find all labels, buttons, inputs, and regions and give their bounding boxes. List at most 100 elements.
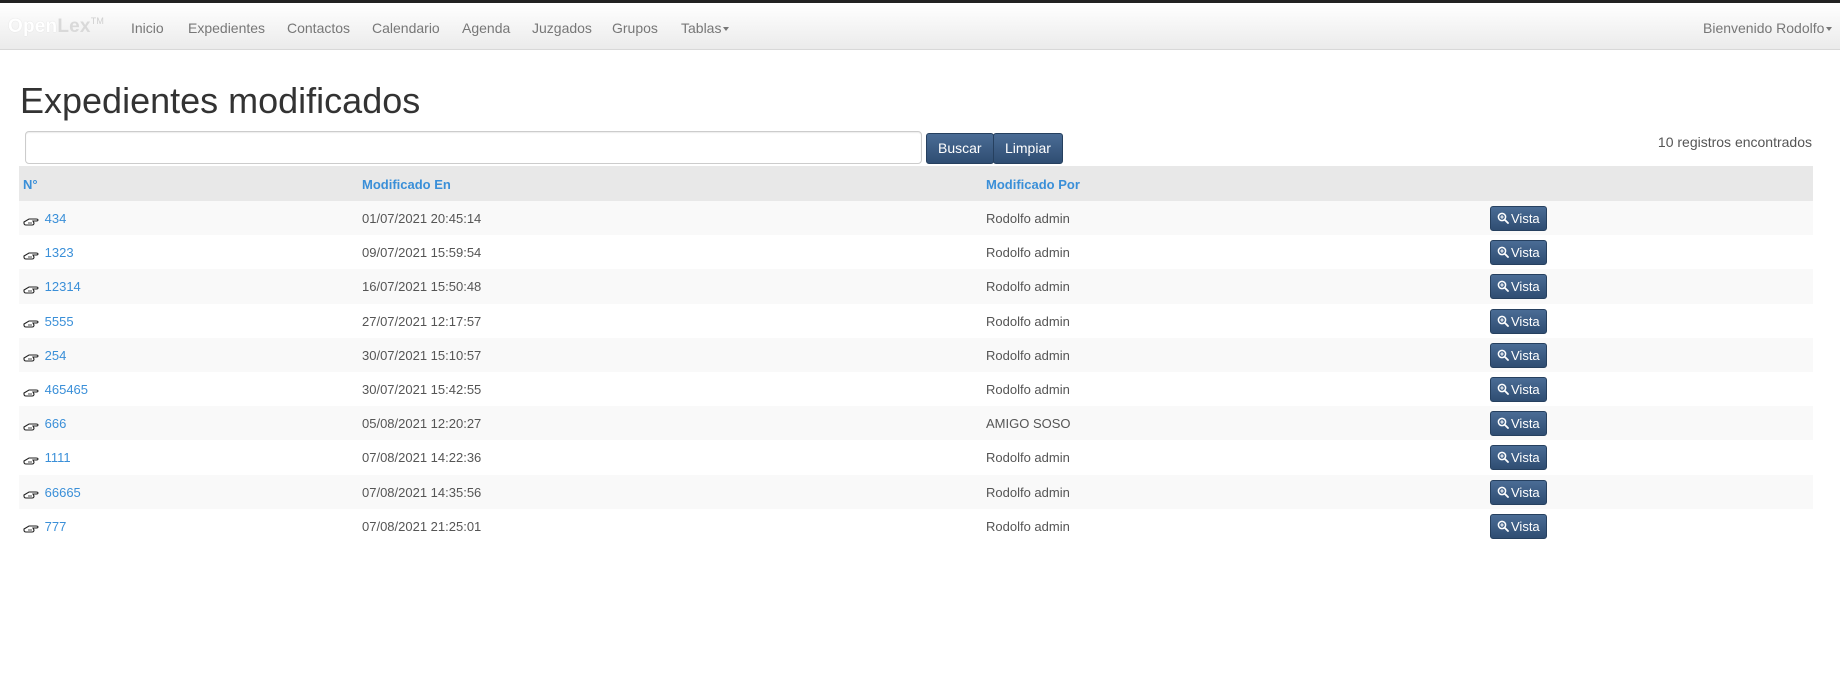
expediente-number: 465465 (44, 381, 89, 397)
pointing-hand-icon (23, 252, 39, 260)
expediente-number: 777 (44, 518, 67, 534)
expediente-link[interactable]: 66665 (23, 485, 81, 500)
pointing-hand-icon (23, 491, 39, 499)
modificado-en: 30/07/2021 15:10:57 (362, 347, 482, 363)
zoom-in-icon (1497, 246, 1509, 259)
modificado-por: Rodolfo admin (986, 347, 1070, 363)
expediente-number: 1111 (44, 450, 71, 466)
pointing-hand-icon (23, 354, 39, 362)
vista-button[interactable]: Vista (1490, 308, 1547, 334)
modificado-en: 07/08/2021 14:35:56 (362, 484, 482, 500)
modificado-por: AMIGO SOSO (986, 416, 1071, 432)
nav-item-tablas-label: Tablas (681, 20, 722, 36)
vista-label: Vista (1511, 347, 1540, 363)
modificado-en: 01/07/2021 20:45:14 (362, 211, 482, 226)
vista-label: Vista (1511, 279, 1540, 295)
caret-down-icon (1826, 27, 1833, 32)
vista-label: Vista (1511, 381, 1540, 397)
header-num[interactable]: N° (23, 177, 38, 192)
nav-item-grupos[interactable]: Grupos (612, 20, 658, 36)
nav-item-contactos[interactable]: Contactos (287, 20, 350, 36)
table-row: 66665 07/08/2021 14:35:56 Rodolfo admin … (19, 474, 1813, 509)
vista-button[interactable]: Vista (1490, 342, 1547, 368)
vista-button[interactable]: Vista (1490, 513, 1547, 539)
table-row: 434 01/07/2021 20:45:14 Rodolfo admin Vi… (19, 201, 1813, 236)
table-row: 5555 27/07/2021 12:17:57 Rodolfo admin V… (19, 304, 1813, 338)
table-row: 1111 07/08/2021 14:22:36 Rodolfo admin V… (19, 440, 1813, 474)
nav-item-juzgados[interactable]: Juzgados (532, 20, 592, 36)
expediente-link[interactable]: 434 (23, 211, 66, 226)
table-row: 777 07/08/2021 21:25:01 Rodolfo admin Vi… (19, 509, 1813, 543)
vista-button[interactable]: Vista (1490, 240, 1547, 266)
brand-logo[interactable]: OpenLexTM (8, 16, 104, 38)
vista-button[interactable]: Vista (1490, 445, 1547, 471)
header-modificado-en[interactable]: Modificado En (362, 177, 451, 192)
modificado-por: Rodolfo admin (986, 313, 1070, 329)
modificado-en: 07/08/2021 14:22:36 (362, 450, 482, 466)
vista-label: Vista (1511, 245, 1540, 261)
vista-label: Vista (1511, 450, 1540, 466)
expediente-number: 5555 (44, 313, 74, 329)
zoom-in-icon (1497, 315, 1509, 327)
table-row: 12314 16/07/2021 15:50:48 Rodolfo admin … (19, 269, 1813, 304)
zoom-in-icon (1497, 417, 1509, 430)
expediente-link[interactable]: 12314 (23, 279, 81, 294)
expediente-link[interactable]: 254 (23, 348, 66, 363)
table-row: 1323 09/07/2021 15:59:54 Rodolfo admin V… (19, 235, 1813, 269)
user-menu-label: Bienvenido Rodolfo (1703, 20, 1825, 36)
vista-button[interactable]: Vista (1490, 274, 1547, 300)
zoom-in-icon (1497, 451, 1509, 464)
zoom-in-icon (1497, 383, 1509, 395)
expediente-link[interactable]: 1111 (23, 450, 71, 465)
vista-button[interactable]: Vista (1490, 376, 1547, 402)
header-modificado-por[interactable]: Modificado Por (986, 177, 1080, 192)
zoom-in-icon (1497, 212, 1509, 224)
page-title: Expedientes modificados (20, 80, 421, 121)
modificado-en: 05/08/2021 12:20:27 (362, 416, 482, 432)
pointing-hand-icon (23, 218, 39, 226)
expediente-number: 12314 (44, 279, 81, 295)
table-body: 434 01/07/2021 20:45:14 Rodolfo admin Vi… (19, 201, 1813, 543)
expediente-number: 66665 (44, 484, 81, 500)
modificado-por: Rodolfo admin (986, 245, 1070, 261)
nav-item-calendario[interactable]: Calendario (372, 20, 440, 36)
vista-button[interactable]: Vista (1490, 411, 1547, 437)
nav-item-inicio[interactable]: Inicio (131, 20, 164, 36)
vista-label: Vista (1511, 484, 1540, 500)
vista-button[interactable]: Vista (1490, 479, 1547, 505)
expediente-link[interactable]: 777 (23, 519, 66, 534)
nav-item-expedientes[interactable]: Expedientes (188, 20, 265, 36)
modificado-por: Rodolfo admin (986, 211, 1070, 226)
modificado-en: 27/07/2021 12:17:57 (362, 313, 482, 329)
expediente-link[interactable]: 465465 (23, 382, 88, 397)
zoom-in-icon (1497, 281, 1509, 293)
search-input[interactable] (25, 131, 922, 164)
modificado-en: 09/07/2021 15:59:54 (362, 245, 482, 261)
pointing-hand-icon (23, 525, 39, 533)
buscar-button[interactable]: Buscar (926, 133, 994, 164)
expediente-link[interactable]: 666 (23, 416, 66, 431)
zoom-in-icon (1497, 486, 1509, 498)
expediente-number: 434 (44, 211, 67, 226)
vista-label: Vista (1511, 211, 1540, 226)
vista-button[interactable]: Vista (1490, 206, 1547, 231)
records-count: 10 registros encontrados (1657, 134, 1812, 150)
expediente-number: 666 (44, 416, 67, 432)
modificado-en: 16/07/2021 15:50:48 (362, 279, 482, 295)
user-menu[interactable]: Bienvenido Rodolfo (1703, 20, 1833, 36)
pointing-hand-icon (23, 320, 39, 328)
expediente-link[interactable]: 5555 (23, 314, 74, 329)
table-header: N° Modificado En Modificado Por (19, 166, 1813, 201)
modificado-en: 30/07/2021 15:42:55 (362, 381, 482, 397)
nav-item-agenda[interactable]: Agenda (462, 20, 510, 36)
caret-down-icon (723, 27, 730, 32)
nav-item-tablas[interactable]: Tablas (681, 20, 730, 36)
modificado-en: 07/08/2021 21:25:01 (362, 518, 482, 534)
expedientes-table: N° Modificado En Modificado Por 434 01/0… (19, 166, 1813, 543)
modificado-por: Rodolfo admin (986, 450, 1070, 466)
pointing-hand-icon (23, 457, 39, 465)
limpiar-button[interactable]: Limpiar (993, 133, 1063, 164)
pointing-hand-icon (23, 388, 39, 397)
brand-lex: Lex (57, 16, 91, 37)
expediente-link[interactable]: 1323 (23, 245, 74, 260)
